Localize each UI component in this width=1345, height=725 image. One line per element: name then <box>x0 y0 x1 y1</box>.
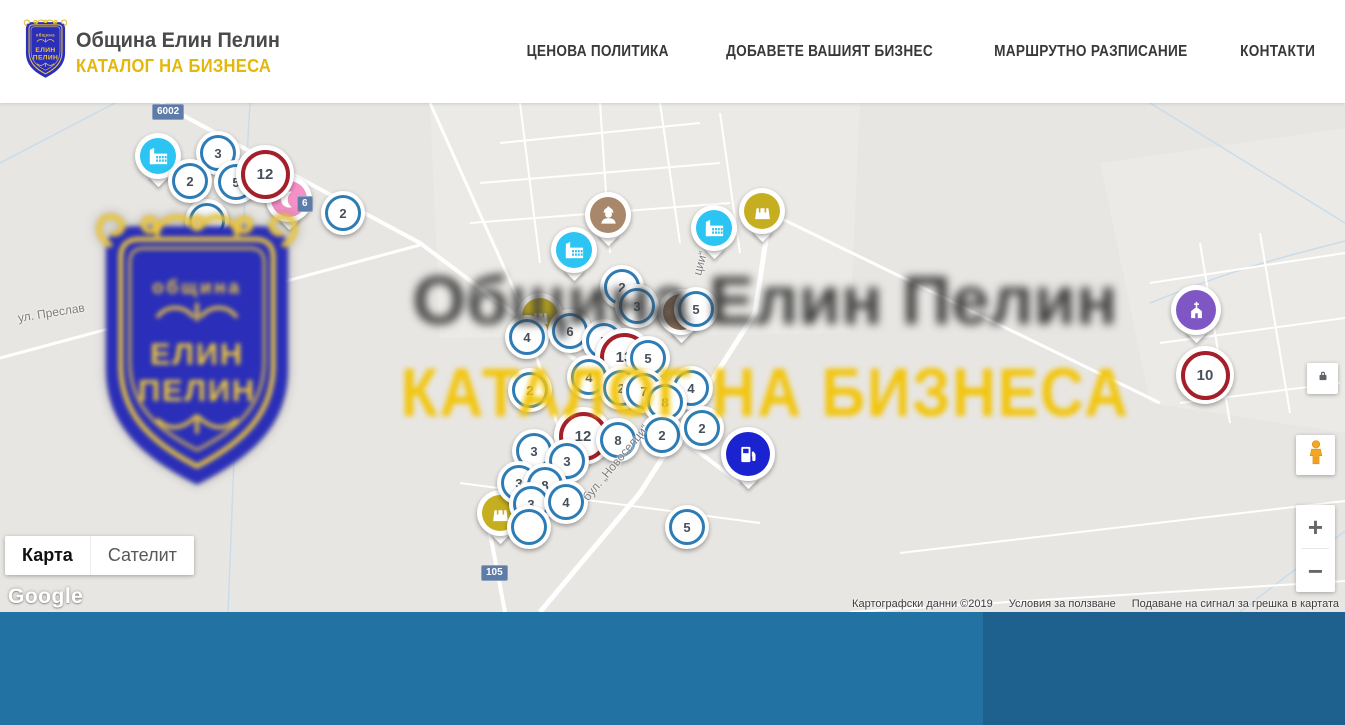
nav-item-2[interactable]: МАРШРУТНО РАЗПИСАНИЕ <box>981 43 1201 61</box>
bag-icon <box>744 193 780 229</box>
cluster-count <box>189 203 225 239</box>
map-cluster-marker[interactable]: 4 <box>505 315 549 359</box>
map-cluster-marker[interactable]: 2 <box>680 406 724 450</box>
map-cluster-marker[interactable]: 10 <box>1176 346 1234 404</box>
map-cluster-marker[interactable]: 2 <box>640 413 684 457</box>
nav-item-3[interactable]: КОНТАКТИ <box>1235 43 1320 61</box>
map-pin-fuel[interactable] <box>721 427 775 481</box>
pegman-icon <box>1303 438 1329 473</box>
cluster-count: 2 <box>644 417 680 453</box>
cluster-count: 2 <box>684 410 720 446</box>
factory-icon <box>696 210 732 246</box>
map-cluster-marker[interactable] <box>507 505 551 549</box>
search-bar: Категория Местоположение ТЪРСЕНЕ <box>0 612 1345 725</box>
fuel-icon <box>726 432 770 476</box>
site-subtitle: КАТАЛОГ НА БИЗНЕСА <box>76 56 271 77</box>
map-cluster-marker[interactable]: 3 <box>615 284 659 328</box>
attribution-item-0: Картографски данни ©2019 <box>852 598 993 610</box>
cluster-count: 10 <box>1181 351 1230 400</box>
lock-control[interactable] <box>1307 363 1338 394</box>
header: община ЕЛИН ПЕЛИН Община Елин Пелин КАТА… <box>0 0 1345 103</box>
zoom-in-button[interactable]: + <box>1296 505 1335 548</box>
cluster-count: 5 <box>678 291 714 327</box>
lock-icon <box>1316 369 1330 388</box>
cluster-count: 2 <box>512 372 548 408</box>
municipality-logo[interactable]: община ЕЛИН ПЕЛИН <box>22 19 69 85</box>
attribution-item-2[interactable]: Подаване на сигнал за грешка в картата <box>1132 598 1339 610</box>
map-cluster-marker[interactable] <box>185 199 229 243</box>
google-logo[interactable]: Google <box>8 585 83 609</box>
worker-icon <box>590 197 626 233</box>
cluster-count: 12 <box>241 150 290 199</box>
map-pin-bag[interactable] <box>739 188 785 234</box>
attribution-item-1[interactable]: Условия за ползване <box>1009 598 1116 610</box>
cluster-count: 5 <box>669 509 705 545</box>
zoom-control: + − <box>1296 505 1335 592</box>
map-cluster-marker[interactable]: 2 <box>321 191 365 235</box>
pegman-control[interactable] <box>1296 435 1335 475</box>
nav-item-1[interactable]: ДОБАВЕТЕ ВАШИЯТ БИЗНЕС <box>712 43 947 61</box>
map-cluster-marker[interactable]: 4 <box>544 480 588 524</box>
zoom-out-button[interactable]: − <box>1296 549 1335 592</box>
cluster-count: 2 <box>172 163 208 199</box>
map-type-satellite-button[interactable]: Сателит <box>90 536 194 575</box>
church-icon <box>1176 290 1216 330</box>
svg-text:община: община <box>36 33 55 38</box>
map-cluster-marker[interactable]: 5 <box>665 505 709 549</box>
cluster-count <box>511 509 547 545</box>
svg-text:ПЕЛИН: ПЕЛИН <box>33 55 58 62</box>
svg-text:ЕЛИН: ЕЛИН <box>35 47 55 54</box>
map-cluster-marker[interactable]: 2 <box>508 368 552 412</box>
site-title: Община Елин Пелин <box>76 29 280 53</box>
cluster-count: 8 <box>600 422 636 458</box>
map-attribution: Картографски данни ©2019 Условия за ползв… <box>852 598 1339 610</box>
cluster-count: 4 <box>548 484 584 520</box>
map-cluster-marker[interactable]: 5 <box>674 287 718 331</box>
nav-item-0[interactable]: ЦЕНОВА ПОЛИТИКА <box>517 43 678 61</box>
cluster-count: 2 <box>325 195 361 231</box>
map-pin-factory[interactable] <box>691 205 737 251</box>
map-cluster-marker[interactable]: 12 <box>236 145 294 203</box>
map-pin-worker[interactable] <box>585 192 631 238</box>
map-type-control: Карта Сателит <box>5 536 194 575</box>
cluster-count: 4 <box>509 319 545 355</box>
main-nav: ЦЕНОВА ПОЛИТИКА ДОБАВЕТЕ ВАШИЯТ БИЗНЕС МАР… <box>517 0 1320 103</box>
map-cluster-marker[interactable]: 2 <box>168 159 212 203</box>
map-cluster-marker[interactable]: 8 <box>596 418 640 462</box>
app-root: ул. Преславбул. „Новоселци“ции“60026105 <box>0 0 1345 725</box>
search-bar-dark-panel <box>983 612 1345 725</box>
map-pin-church[interactable] <box>1171 285 1221 335</box>
cluster-count: 3 <box>619 288 655 324</box>
map-type-map-button[interactable]: Карта <box>5 536 90 575</box>
